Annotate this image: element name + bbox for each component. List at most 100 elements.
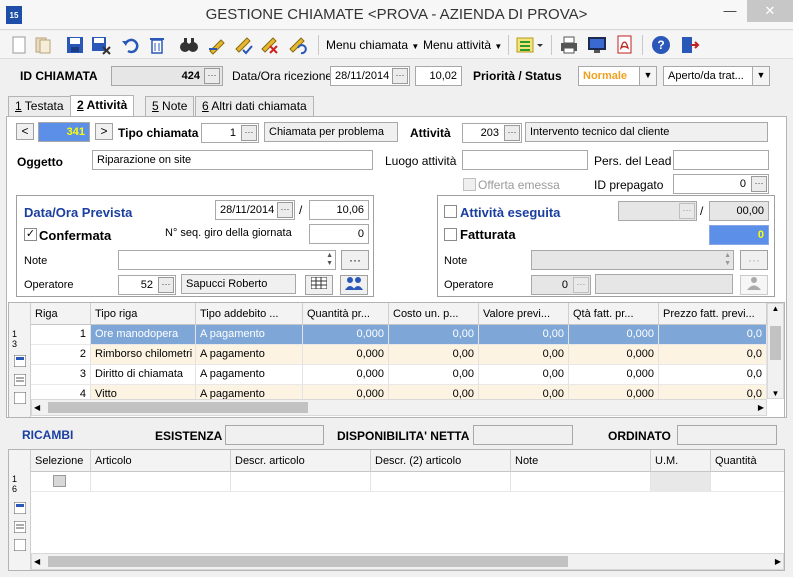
next-activity-button[interactable]: > bbox=[95, 123, 113, 140]
table-cell[interactable]: 0,00 bbox=[479, 365, 569, 385]
table-cell[interactable] bbox=[231, 472, 371, 492]
offerta-emessa-checkbox[interactable] bbox=[463, 178, 476, 191]
priorita-select[interactable]: Normale ▼ bbox=[578, 66, 657, 86]
table-cell[interactable]: Rimborso chilometri bbox=[91, 345, 196, 365]
table-cell[interactable] bbox=[91, 472, 231, 492]
activity-index-field[interactable]: 341 bbox=[38, 122, 90, 142]
menu-chiamata[interactable]: Menu chiamata ▼ bbox=[326, 38, 419, 52]
table-cell[interactable]: A pagamento bbox=[196, 365, 303, 385]
scrollbar-thumb[interactable] bbox=[48, 402, 308, 413]
grid-column-header[interactable]: Valore previ... bbox=[479, 303, 569, 325]
table-cell[interactable]: 0,000 bbox=[569, 365, 659, 385]
grid-settings-icon[interactable] bbox=[13, 501, 27, 515]
table-cell[interactable]: 0,000 bbox=[303, 345, 389, 365]
grid-column-header[interactable]: Riga bbox=[31, 303, 91, 325]
grid-column-header[interactable]: Descr. (2) articolo bbox=[371, 450, 511, 472]
grid-column-header[interactable]: Prezzo fatt. previ... bbox=[659, 303, 767, 325]
tab-testata[interactable]: 1 Testata bbox=[8, 96, 71, 116]
table-cell[interactable]: 1 bbox=[31, 325, 91, 345]
attivita-lookup-button[interactable]: ··· bbox=[504, 125, 520, 141]
search-icon[interactable] bbox=[178, 34, 200, 56]
grid-export-icon[interactable] bbox=[13, 391, 27, 405]
table-cell[interactable]: 0,000 bbox=[569, 325, 659, 345]
grid-column-header[interactable]: Tipo addebito ... bbox=[196, 303, 303, 325]
edit-delete-icon[interactable] bbox=[258, 34, 280, 56]
table-row[interactable]: 3 Diritto di chiamata A pagamento 0,000 0,00… bbox=[31, 365, 767, 385]
table-cell[interactable]: 0,0 bbox=[659, 345, 767, 365]
id-prepagato-lookup-button[interactable]: ··· bbox=[751, 176, 767, 192]
luogo-attivita-field[interactable] bbox=[462, 150, 588, 170]
horizontal-scrollbar[interactable]: ◀ ▶ bbox=[31, 399, 767, 416]
tipo-chiamata-lookup-button[interactable]: ··· bbox=[241, 125, 257, 141]
vertical-scrollbar[interactable]: ▲ ▼ bbox=[767, 303, 784, 399]
menu-attivita[interactable]: Menu attività ▼ bbox=[423, 38, 502, 52]
attivita-eseguita-checkbox[interactable] bbox=[444, 205, 457, 218]
grid-column-header[interactable]: Tipo riga bbox=[91, 303, 196, 325]
table-cell[interactable]: 0,0 bbox=[659, 325, 767, 345]
tab-note[interactable]: 5 Note bbox=[145, 96, 195, 116]
save-icon[interactable] bbox=[64, 34, 86, 56]
edit-icon[interactable] bbox=[206, 34, 228, 56]
grid-column-header[interactable]: Articolo bbox=[91, 450, 231, 472]
scrollbar-thumb[interactable] bbox=[48, 556, 568, 567]
delete-icon[interactable] bbox=[146, 34, 168, 56]
grid-column-header[interactable]: U.M. bbox=[651, 450, 711, 472]
prevista-note-field[interactable]: ▲ ▼ bbox=[118, 250, 336, 270]
table-row[interactable]: 2 Rimborso chilometri A pagamento 0,000 0,00… bbox=[31, 345, 767, 365]
new-icon[interactable] bbox=[8, 34, 30, 56]
grid-column-header[interactable]: Quantità bbox=[711, 450, 784, 472]
grid-settings-icon[interactable] bbox=[13, 354, 27, 368]
table-cell[interactable]: 0,00 bbox=[389, 325, 479, 345]
selezione-checkbox[interactable] bbox=[53, 475, 66, 487]
ora-ricezione-field[interactable]: 10,02 bbox=[415, 66, 462, 86]
table-cell[interactable]: 0,000 bbox=[569, 345, 659, 365]
operatore-lookup-button[interactable]: ··· bbox=[158, 277, 174, 293]
table-cell[interactable]: A pagamento bbox=[196, 345, 303, 365]
grid-column-header[interactable]: Note bbox=[511, 450, 651, 472]
open-icon[interactable] bbox=[32, 34, 54, 56]
pers-lead-field[interactable] bbox=[673, 150, 769, 170]
status-select[interactable]: Aperto/da trat... ▼ bbox=[663, 66, 770, 86]
print-icon[interactable] bbox=[558, 34, 580, 56]
table-cell[interactable]: 2 bbox=[31, 345, 91, 365]
grid-list-icon[interactable] bbox=[13, 520, 27, 534]
help-icon[interactable]: ? bbox=[650, 34, 672, 56]
pdf-icon[interactable] bbox=[614, 34, 636, 56]
grid-column-header[interactable]: Descr. articolo bbox=[231, 450, 371, 472]
list-options-icon[interactable] bbox=[514, 34, 546, 56]
exit-icon[interactable] bbox=[678, 34, 700, 56]
save-close-icon[interactable] bbox=[90, 34, 112, 56]
table-cell[interactable] bbox=[371, 472, 511, 492]
calendar-button[interactable]: ··· bbox=[277, 202, 293, 218]
users-icon[interactable] bbox=[340, 275, 368, 295]
grid-column-header[interactable]: Selezione bbox=[31, 450, 91, 472]
table-row[interactable]: 1 Ore manodopera A pagamento 0,000 0,00 0,00 0… bbox=[31, 325, 767, 345]
table-cell[interactable]: 0,00 bbox=[479, 345, 569, 365]
tab-altri-dati[interactable]: 6 Altri dati chiamata bbox=[195, 96, 314, 116]
tab-attivita[interactable]: 2 Attività bbox=[70, 95, 135, 116]
grid-export-icon[interactable] bbox=[13, 538, 27, 552]
grid-column-header[interactable]: Qtà fatt. pr... bbox=[569, 303, 659, 325]
seq-giro-field[interactable]: 0 bbox=[309, 224, 369, 244]
table-cell[interactable]: 0,00 bbox=[389, 365, 479, 385]
close-button[interactable]: ✕ bbox=[747, 0, 793, 22]
oggetto-field[interactable]: Riparazione on site bbox=[92, 150, 373, 170]
note-expand-button[interactable]: ··· bbox=[341, 250, 369, 270]
edit-check-icon[interactable] bbox=[232, 34, 254, 56]
prevista-time-field[interactable]: 10,06 bbox=[309, 200, 369, 220]
table-cell[interactable]: 0,000 bbox=[303, 365, 389, 385]
grid-column-header[interactable]: Costo un. p... bbox=[389, 303, 479, 325]
table-cell[interactable] bbox=[651, 472, 711, 492]
calendar-button[interactable]: ··· bbox=[392, 68, 408, 84]
confermata-checkbox[interactable]: ✓ bbox=[24, 228, 37, 241]
table-cell[interactable] bbox=[31, 472, 91, 492]
undo-icon[interactable] bbox=[120, 34, 142, 56]
horizontal-scrollbar[interactable]: ◀ ▶ bbox=[31, 553, 784, 570]
grid-column-header[interactable]: Quantità pr... bbox=[303, 303, 389, 325]
monitor-icon[interactable] bbox=[586, 34, 608, 56]
table-cell[interactable]: 0,000 bbox=[303, 325, 389, 345]
table-cell[interactable]: A pagamento bbox=[196, 325, 303, 345]
table-cell[interactable]: 3 bbox=[31, 365, 91, 385]
table-cell[interactable]: Diritto di chiamata bbox=[91, 365, 196, 385]
grid-list-icon[interactable] bbox=[13, 373, 27, 387]
